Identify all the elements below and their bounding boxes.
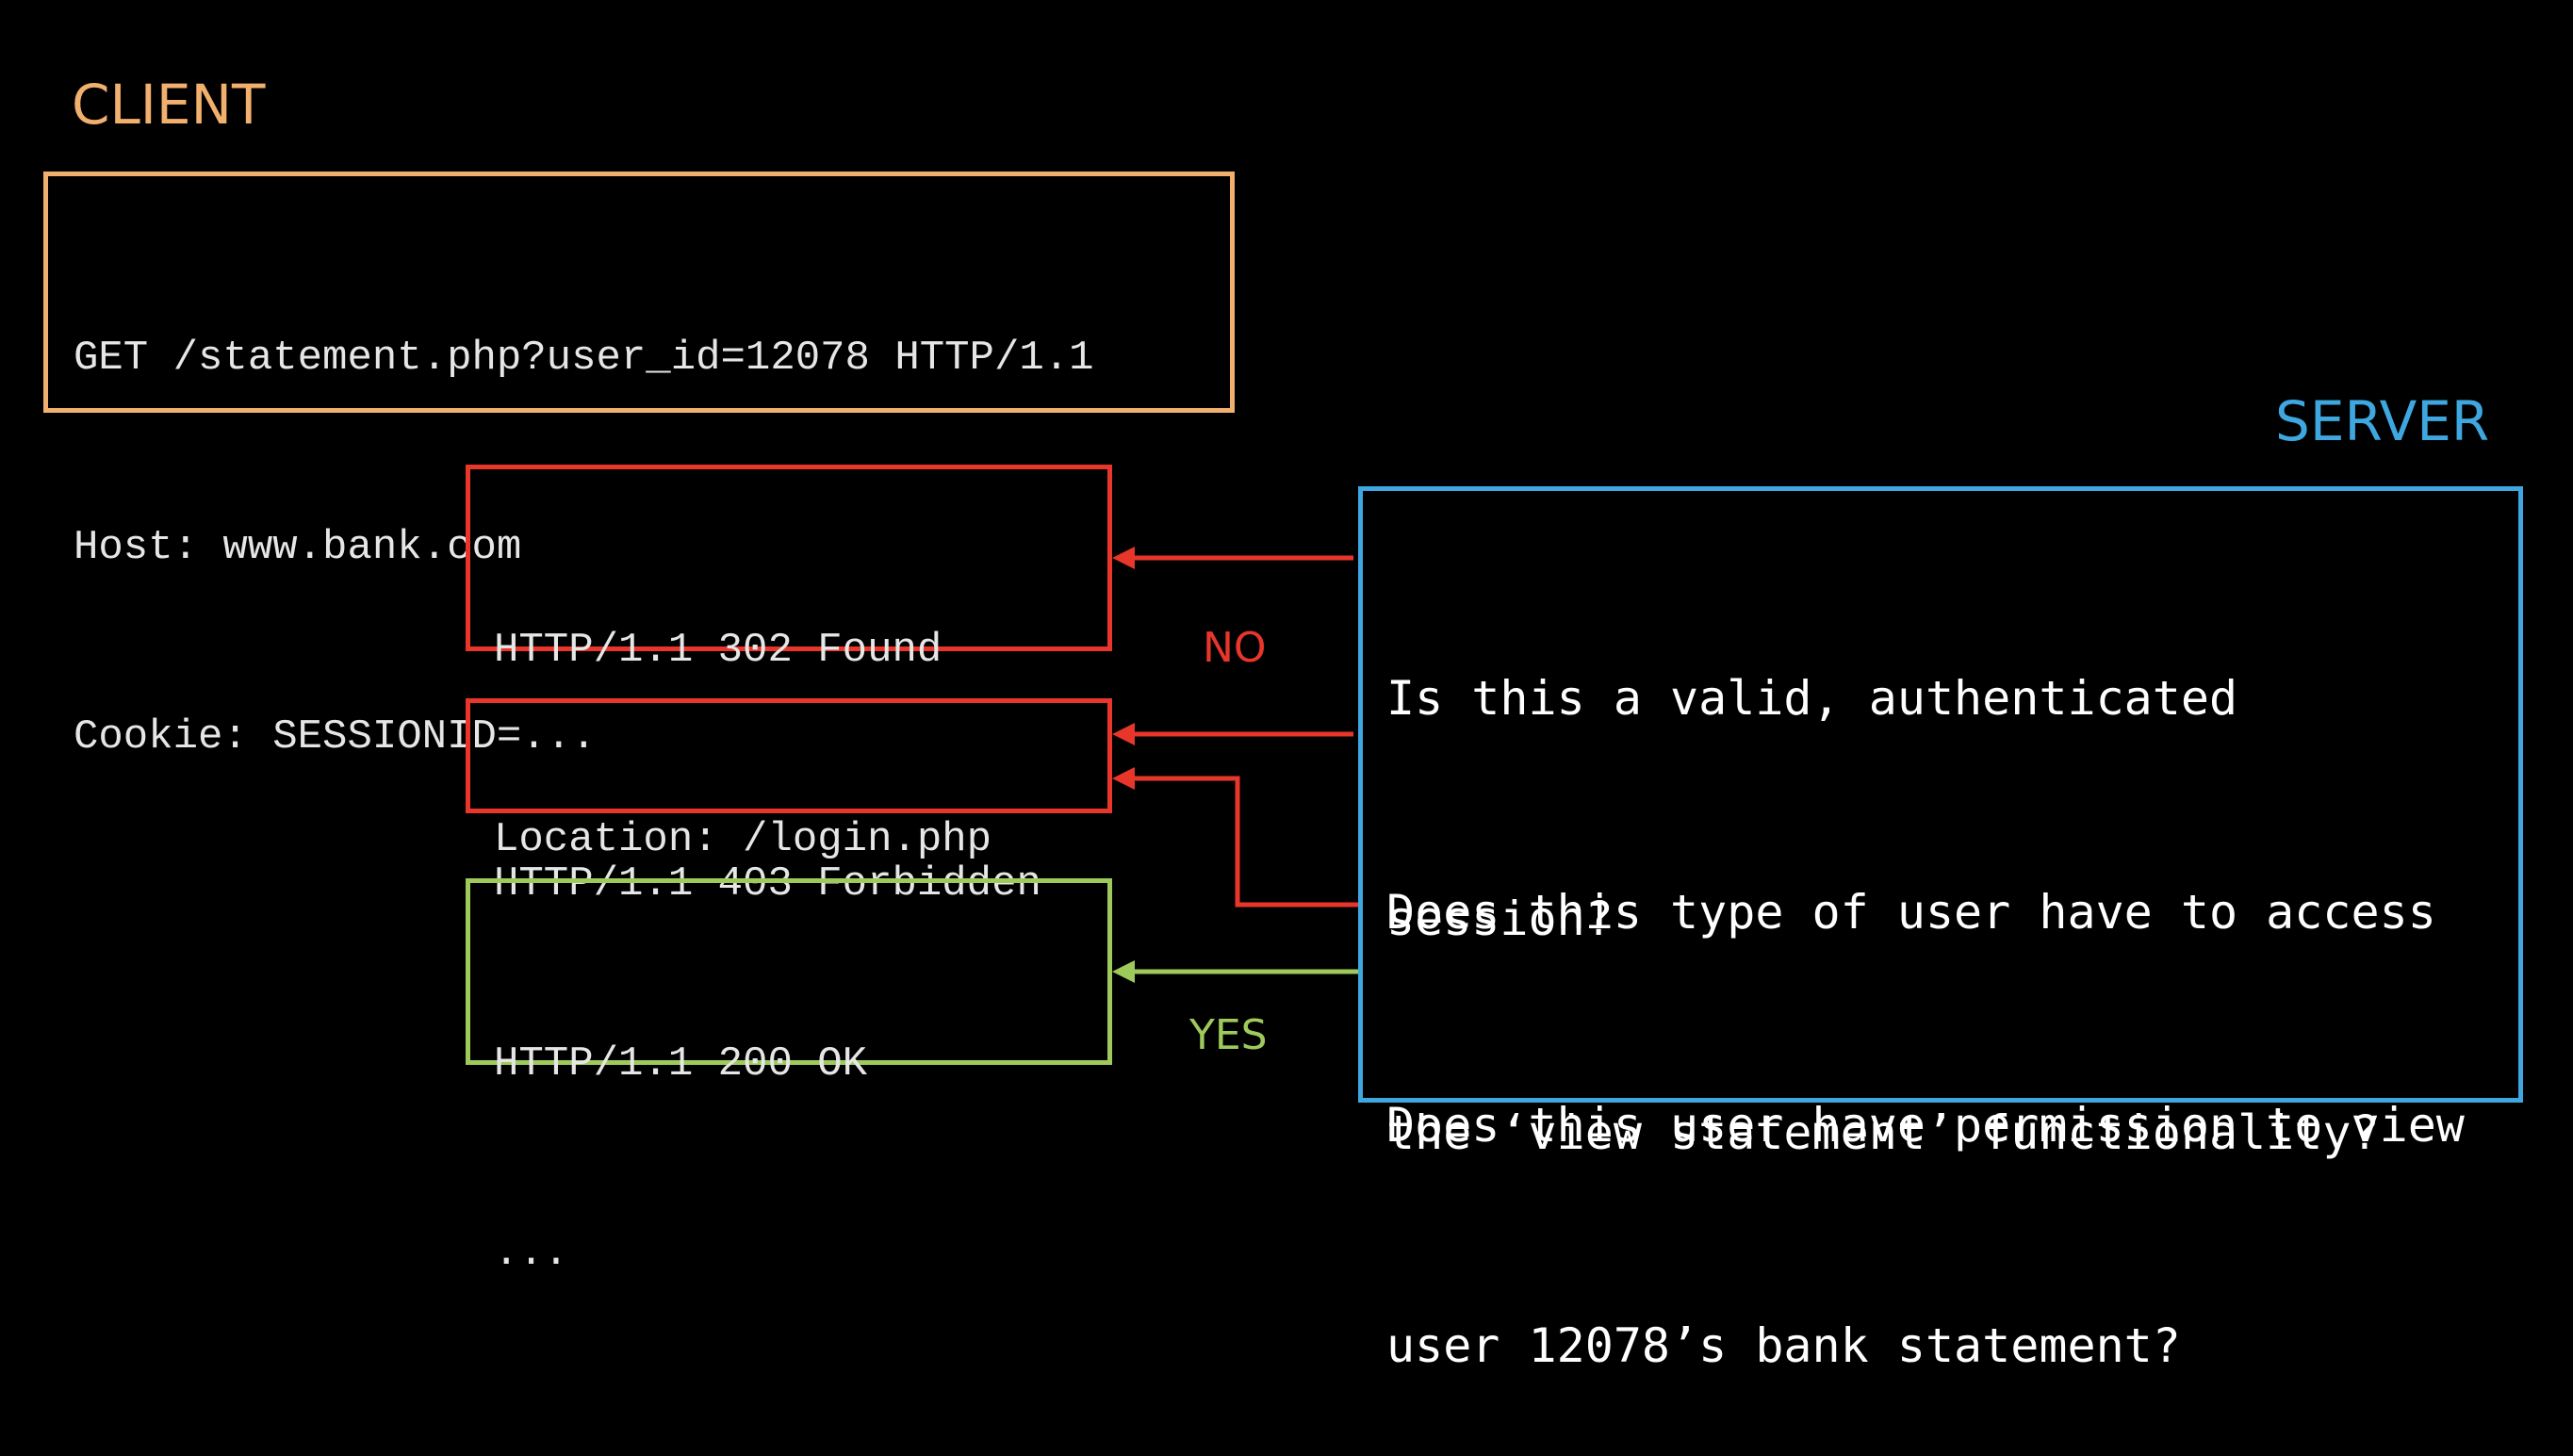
edge-label-yes: YES	[1189, 1011, 1268, 1059]
arrow-usertype-to-403	[1112, 723, 1353, 745]
arrow-session-to-302	[1112, 547, 1353, 569]
arrow-permission-to-403	[1112, 767, 1358, 908]
flow-arrows	[1112, 547, 1358, 983]
response-line: ...	[494, 1230, 569, 1277]
edge-label-no: NO	[1203, 624, 1267, 672]
arrow-permission-to-200	[1112, 960, 1358, 983]
check-line: user 12078’s bank statement?	[1386, 1318, 2181, 1373]
